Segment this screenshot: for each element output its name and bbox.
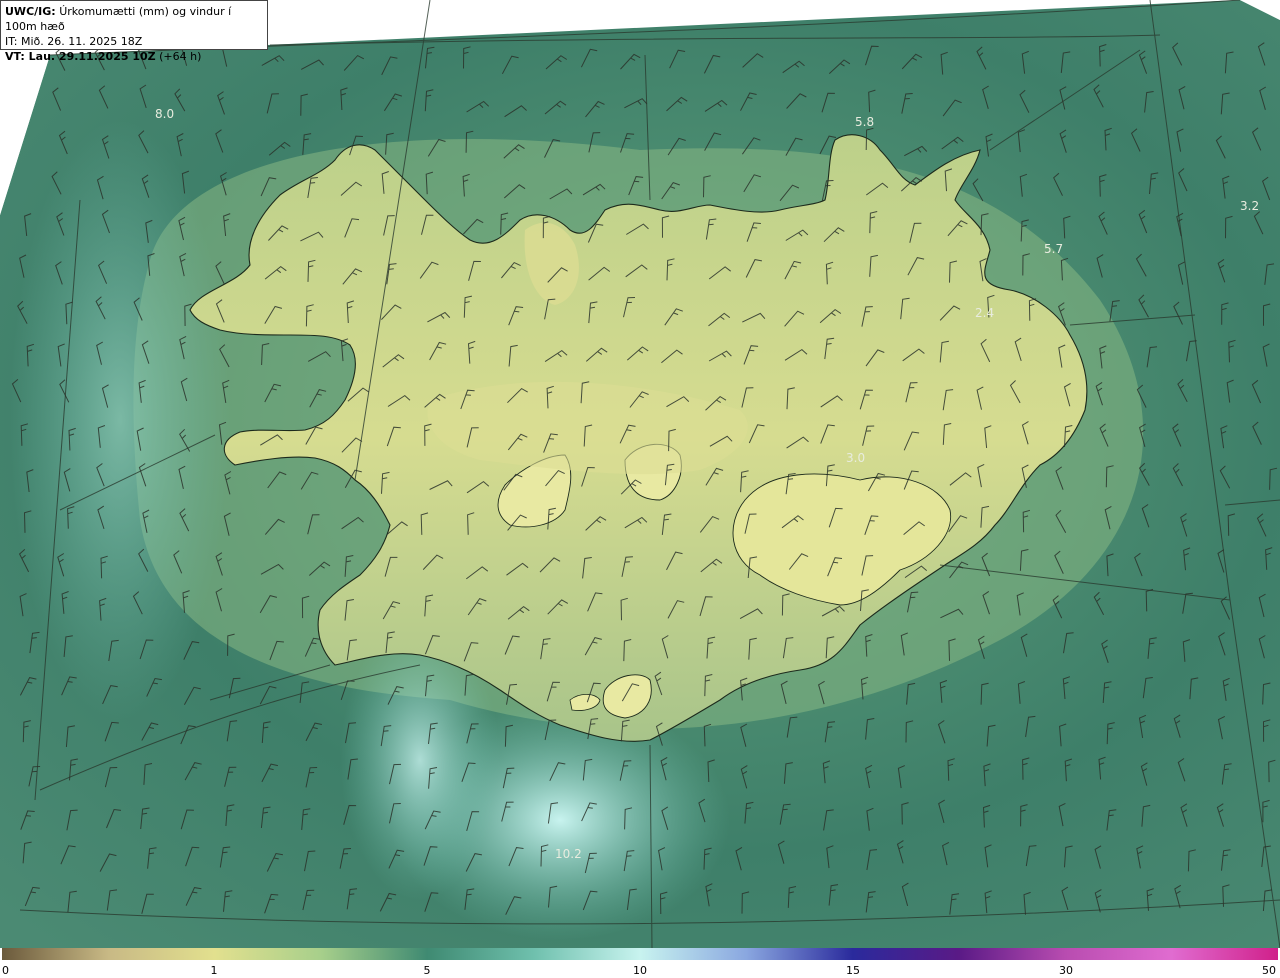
colorbar-tick-0: 0 [2,964,9,977]
colorbar-tick-1: 1 [210,964,218,977]
colorbar-tick-5: 5 [423,964,431,977]
label-north-coast: 5.8 [855,115,874,129]
colorbar: 0 1 5 10 15 30 50 [0,948,1280,978]
colorbar-tick-15: 15 [846,964,860,977]
colorbar-tick-30: 30 [1059,964,1073,977]
product-prefix: UWC/IG: [5,5,56,18]
label-south-sea: 10.2 [555,847,582,861]
map-header: UWC/IG: Úrkomumætti (mm) og vindur í 100… [0,0,268,63]
valid-time: VT: Lau. 29.11.2025 10Z [5,50,156,63]
product-title-line: UWC/IG: Úrkomumætti (mm) og vindur í 100… [5,4,263,34]
label-east-fjords: 2.4 [975,306,994,320]
colorbar-strip [2,948,1278,960]
valid-offset: (+64 h) [159,50,202,63]
weather-map: 8.0 5.8 3.2 5.7 2.4 3.0 10.2 [0,0,1280,948]
label-west-sea: 8.0 [155,107,174,121]
label-northeast: 5.7 [1044,242,1063,256]
label-northeast-far: 3.2 [1240,199,1259,213]
colorbar-tick-10: 10 [633,964,647,977]
colorbar-tick-50: 50 [1262,964,1276,977]
valid-time-line: VT: Lau. 29.11.2025 10Z (+64 h) [5,49,263,64]
issue-time: IT: Mið. 26. 11. 2025 18Z [5,35,143,48]
label-central-east: 3.0 [846,451,865,465]
